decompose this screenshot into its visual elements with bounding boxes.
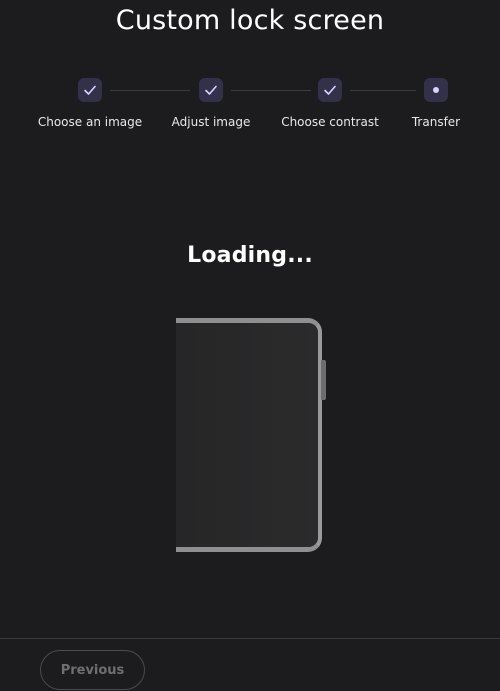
check-icon	[199, 78, 223, 102]
step-connector	[110, 90, 190, 91]
footer-bar: Previous	[0, 638, 500, 691]
previous-button[interactable]: Previous	[40, 650, 145, 690]
dot-icon	[424, 78, 448, 102]
step-connector	[231, 90, 311, 91]
check-icon	[78, 78, 102, 102]
step-connector	[350, 90, 416, 91]
stepper: Choose an image Adjust image Choose cont…	[0, 78, 500, 138]
step-label: Transfer	[411, 115, 461, 129]
custom-lock-screen-page: Custom lock screen Choose an image Adjus…	[0, 0, 500, 691]
step-label: Choose an image	[37, 115, 143, 129]
device-preview	[176, 318, 326, 554]
device-screen	[176, 323, 318, 547]
loading-status: Loading...	[187, 243, 313, 268]
check-icon	[318, 78, 342, 102]
device-frame	[176, 318, 322, 552]
page-title: Custom lock screen	[115, 5, 385, 36]
device-side-button	[321, 360, 326, 400]
